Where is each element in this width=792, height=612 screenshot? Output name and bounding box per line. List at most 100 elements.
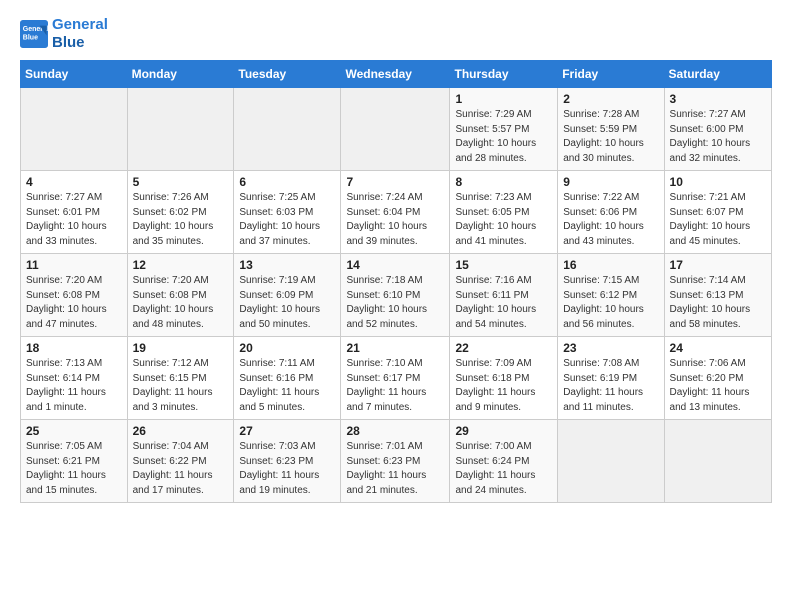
calendar-cell: [127, 88, 234, 171]
header-day-wednesday: Wednesday: [341, 61, 450, 88]
day-number: 29: [455, 424, 552, 438]
day-info: Sunrise: 7:09 AMSunset: 6:18 PMDaylight:…: [455, 357, 552, 415]
day-info: Sunrise: 7:04 AMSunset: 6:22 PMDaylight:…: [133, 440, 229, 498]
calendar-cell: 21 Sunrise: 7:10 AMSunset: 6:17 PMDayligh…: [341, 337, 450, 420]
day-number: 24: [670, 341, 766, 355]
day-info: Sunrise: 7:15 AMSunset: 6:12 PMDaylight:…: [563, 274, 658, 332]
calendar-cell: [21, 88, 128, 171]
day-info: Sunrise: 7:22 AMSunset: 6:06 PMDaylight:…: [563, 191, 658, 249]
calendar-cell: 2 Sunrise: 7:28 AMSunset: 5:59 PMDaylight…: [558, 88, 664, 171]
day-info: Sunrise: 7:10 AMSunset: 6:17 PMDaylight:…: [346, 357, 444, 415]
day-number: 1: [455, 92, 552, 106]
day-info: Sunrise: 7:00 AMSunset: 6:24 PMDaylight:…: [455, 440, 552, 498]
day-number: 26: [133, 424, 229, 438]
day-number: 7: [346, 175, 444, 189]
calendar: SundayMondayTuesdayWednesdayThursdayFrid…: [20, 60, 772, 503]
day-number: 16: [563, 258, 658, 272]
calendar-week-4: 18 Sunrise: 7:13 AMSunset: 6:14 PMDayligh…: [21, 337, 772, 420]
day-number: 3: [670, 92, 766, 106]
day-number: 19: [133, 341, 229, 355]
day-number: 5: [133, 175, 229, 189]
header-day-thursday: Thursday: [450, 61, 558, 88]
day-number: 10: [670, 175, 766, 189]
day-number: 25: [26, 424, 122, 438]
day-info: Sunrise: 7:21 AMSunset: 6:07 PMDaylight:…: [670, 191, 766, 249]
logo-text: GeneralBlue: [52, 16, 108, 52]
day-info: Sunrise: 7:01 AMSunset: 6:23 PMDaylight:…: [346, 440, 444, 498]
calendar-cell: 19 Sunrise: 7:12 AMSunset: 6:15 PMDayligh…: [127, 337, 234, 420]
calendar-cell: 13 Sunrise: 7:19 AMSunset: 6:09 PMDayligh…: [234, 254, 341, 337]
header-day-tuesday: Tuesday: [234, 61, 341, 88]
calendar-week-5: 25Sunrise: 7:05 AMSunset: 6:21 PMDayligh…: [21, 420, 772, 503]
day-number: 18: [26, 341, 122, 355]
header-day-friday: Friday: [558, 61, 664, 88]
day-info: Sunrise: 7:23 AMSunset: 6:05 PMDaylight:…: [455, 191, 552, 249]
calendar-cell: 29 Sunrise: 7:00 AMSunset: 6:24 PMDayligh…: [450, 420, 558, 503]
calendar-cell: 23 Sunrise: 7:08 AMSunset: 6:19 PMDayligh…: [558, 337, 664, 420]
day-info: Sunrise: 7:19 AMSunset: 6:09 PMDaylight:…: [239, 274, 335, 332]
day-info: Sunrise: 7:03 AMSunset: 6:23 PMDaylight:…: [239, 440, 335, 498]
day-info: Sunrise: 7:08 AMSunset: 6:19 PMDaylight:…: [563, 357, 658, 415]
day-number: 12: [133, 258, 229, 272]
calendar-header-row: SundayMondayTuesdayWednesdayThursdayFrid…: [21, 61, 772, 88]
logo: General Blue GeneralBlue: [20, 16, 108, 52]
logo-icon: General Blue: [20, 20, 48, 48]
header-day-sunday: Sunday: [21, 61, 128, 88]
day-info: Sunrise: 7:06 AMSunset: 6:20 PMDaylight:…: [670, 357, 766, 415]
calendar-cell: 27 Sunrise: 7:03 AMSunset: 6:23 PMDayligh…: [234, 420, 341, 503]
calendar-cell: 20 Sunrise: 7:11 AMSunset: 6:16 PMDayligh…: [234, 337, 341, 420]
calendar-cell: [341, 88, 450, 171]
calendar-week-1: 1 Sunrise: 7:29 AMSunset: 5:57 PMDaylight…: [21, 88, 772, 171]
day-info: Sunrise: 7:18 AMSunset: 6:10 PMDaylight:…: [346, 274, 444, 332]
day-number: 20: [239, 341, 335, 355]
calendar-cell: [558, 420, 664, 503]
calendar-cell: 26 Sunrise: 7:04 AMSunset: 6:22 PMDayligh…: [127, 420, 234, 503]
calendar-cell: 16 Sunrise: 7:15 AMSunset: 6:12 PMDayligh…: [558, 254, 664, 337]
calendar-week-2: 4Sunrise: 7:27 AMSunset: 6:01 PMDaylight…: [21, 171, 772, 254]
day-info: Sunrise: 7:12 AMSunset: 6:15 PMDaylight:…: [133, 357, 229, 415]
calendar-cell: 9 Sunrise: 7:22 AMSunset: 6:06 PMDaylight…: [558, 171, 664, 254]
page-header: General Blue GeneralBlue: [20, 16, 772, 52]
day-info: Sunrise: 7:20 AMSunset: 6:08 PMDaylight:…: [26, 274, 122, 332]
day-info: Sunrise: 7:27 AMSunset: 6:01 PMDaylight:…: [26, 191, 122, 249]
day-info: Sunrise: 7:24 AMSunset: 6:04 PMDaylight:…: [346, 191, 444, 249]
calendar-cell: 15Sunrise: 7:16 AMSunset: 6:11 PMDayligh…: [450, 254, 558, 337]
calendar-cell: 25Sunrise: 7:05 AMSunset: 6:21 PMDayligh…: [21, 420, 128, 503]
day-info: Sunrise: 7:28 AMSunset: 5:59 PMDaylight:…: [563, 108, 658, 166]
day-info: Sunrise: 7:29 AMSunset: 5:57 PMDaylight:…: [455, 108, 552, 166]
day-number: 8: [455, 175, 552, 189]
day-number: 21: [346, 341, 444, 355]
calendar-cell: [234, 88, 341, 171]
day-number: 23: [563, 341, 658, 355]
calendar-cell: 14Sunrise: 7:18 AMSunset: 6:10 PMDayligh…: [341, 254, 450, 337]
calendar-cell: 3Sunrise: 7:27 AMSunset: 6:00 PMDaylight…: [664, 88, 771, 171]
day-info: Sunrise: 7:11 AMSunset: 6:16 PMDaylight:…: [239, 357, 335, 415]
day-info: Sunrise: 7:25 AMSunset: 6:03 PMDaylight:…: [239, 191, 335, 249]
calendar-cell: 11Sunrise: 7:20 AMSunset: 6:08 PMDayligh…: [21, 254, 128, 337]
day-number: 17: [670, 258, 766, 272]
calendar-cell: 1 Sunrise: 7:29 AMSunset: 5:57 PMDaylight…: [450, 88, 558, 171]
day-info: Sunrise: 7:26 AMSunset: 6:02 PMDaylight:…: [133, 191, 229, 249]
day-info: Sunrise: 7:13 AMSunset: 6:14 PMDaylight:…: [26, 357, 122, 415]
day-number: 2: [563, 92, 658, 106]
day-number: 15: [455, 258, 552, 272]
calendar-cell: 24 Sunrise: 7:06 AMSunset: 6:20 PMDayligh…: [664, 337, 771, 420]
calendar-cell: [664, 420, 771, 503]
day-number: 9: [563, 175, 658, 189]
day-info: Sunrise: 7:20 AMSunset: 6:08 PMDaylight:…: [133, 274, 229, 332]
calendar-cell: 4Sunrise: 7:27 AMSunset: 6:01 PMDaylight…: [21, 171, 128, 254]
calendar-cell: 5 Sunrise: 7:26 AMSunset: 6:02 PMDaylight…: [127, 171, 234, 254]
calendar-cell: 28 Sunrise: 7:01 AMSunset: 6:23 PMDayligh…: [341, 420, 450, 503]
calendar-cell: 8 Sunrise: 7:23 AMSunset: 6:05 PMDaylight…: [450, 171, 558, 254]
calendar-cell: 10 Sunrise: 7:21 AMSunset: 6:07 PMDayligh…: [664, 171, 771, 254]
day-number: 6: [239, 175, 335, 189]
calendar-cell: 6 Sunrise: 7:25 AMSunset: 6:03 PMDaylight…: [234, 171, 341, 254]
day-info: Sunrise: 7:14 AMSunset: 6:13 PMDaylight:…: [670, 274, 766, 332]
calendar-cell: 12 Sunrise: 7:20 AMSunset: 6:08 PMDayligh…: [127, 254, 234, 337]
calendar-week-3: 11Sunrise: 7:20 AMSunset: 6:08 PMDayligh…: [21, 254, 772, 337]
day-number: 13: [239, 258, 335, 272]
calendar-cell: 7 Sunrise: 7:24 AMSunset: 6:04 PMDaylight…: [341, 171, 450, 254]
calendar-cell: 22Sunrise: 7:09 AMSunset: 6:18 PMDayligh…: [450, 337, 558, 420]
day-number: 27: [239, 424, 335, 438]
day-number: 28: [346, 424, 444, 438]
